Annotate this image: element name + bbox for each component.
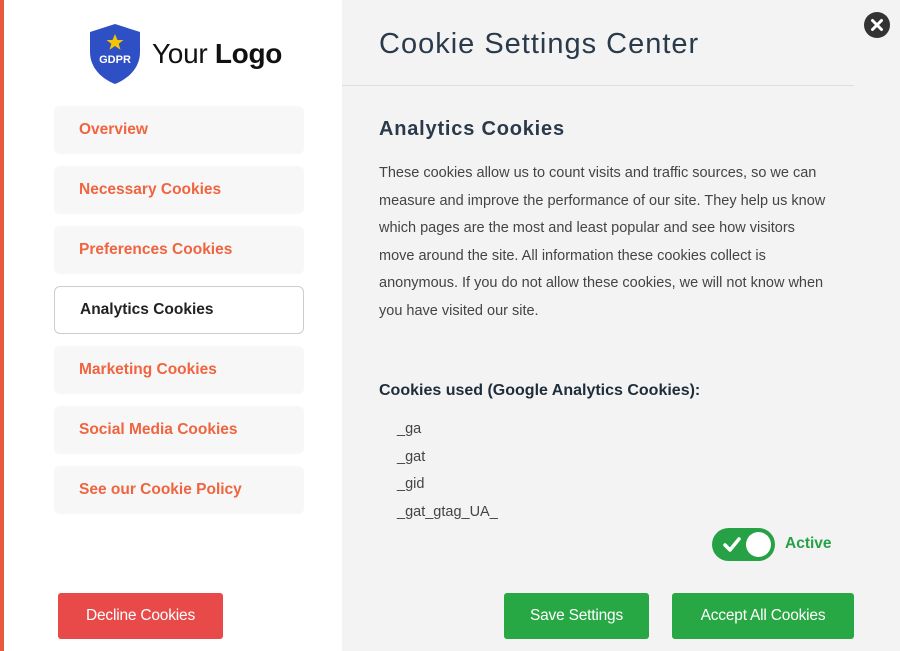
sidebar-item-overview[interactable]: Overview (54, 106, 304, 154)
cookie-name: _gat (397, 448, 426, 465)
logo-text-light: Your (152, 38, 208, 69)
sidebar: GDPR Your Logo Overview Necessary Cookie… (4, 0, 342, 651)
logo-text-bold: Logo (214, 38, 283, 69)
toggle-status-label: Active (785, 535, 832, 552)
main-panel: Cookie Settings Center Analytics Cookies… (342, 0, 900, 651)
cookie-name: _gat_gtag_UA_ (397, 503, 498, 520)
sidebar-item-analytics-cookies[interactable]: Analytics Cookies (54, 286, 304, 334)
check-icon (723, 537, 741, 552)
cookies-used-title: Cookies used (Google Analytics Cookies): (379, 382, 701, 399)
logo: GDPR Your Logo (88, 22, 282, 86)
section-description: These cookies allow us to count visits a… (379, 165, 826, 319)
gdpr-badge-text: GDPR (99, 54, 131, 66)
cookie-list: _ga _gat _gid _gat_gtag_UA_ (397, 416, 498, 526)
sidebar-nav: Overview Necessary Cookies Preferences C… (54, 106, 304, 526)
sidebar-item-social-media-cookies[interactable]: Social Media Cookies (54, 406, 304, 454)
save-settings-button[interactable]: Save Settings (504, 593, 649, 639)
cookie-name: _gid (397, 476, 425, 492)
sidebar-item-cookie-policy[interactable]: See our Cookie Policy (54, 466, 304, 514)
divider (342, 85, 854, 86)
logo-text: Your Logo (152, 38, 282, 70)
page-title: Cookie Settings Center (379, 28, 700, 60)
decline-cookies-button[interactable]: Decline Cookies (58, 593, 223, 639)
cookie-name: _ga (397, 421, 422, 437)
toggle-knob (746, 532, 771, 557)
close-icon[interactable] (864, 12, 890, 38)
section-title: Analytics Cookies (379, 118, 565, 140)
sidebar-item-necessary-cookies[interactable]: Necessary Cookies (54, 166, 304, 214)
analytics-toggle[interactable] (712, 528, 775, 561)
gdpr-shield-icon: GDPR (88, 22, 142, 86)
accept-all-cookies-button[interactable]: Accept All Cookies (672, 593, 854, 639)
sidebar-item-marketing-cookies[interactable]: Marketing Cookies (54, 346, 304, 394)
sidebar-item-preferences-cookies[interactable]: Preferences Cookies (54, 226, 304, 274)
